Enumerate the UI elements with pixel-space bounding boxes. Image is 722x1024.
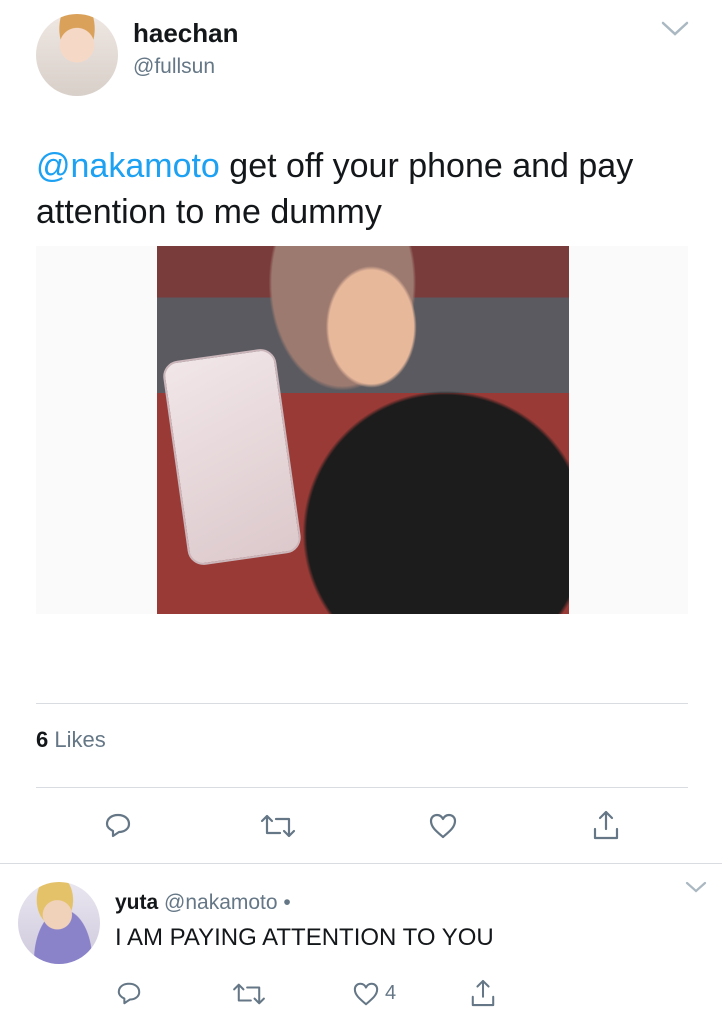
reply-icon[interactable] bbox=[104, 811, 132, 839]
reply-heart-icon[interactable] bbox=[352, 981, 380, 1007]
likes-label: Likes bbox=[54, 727, 106, 752]
share-icon[interactable] bbox=[592, 809, 620, 841]
likes-count: 6 bbox=[36, 727, 49, 752]
reply-text: I AM PAYING ATTENTION TO YOU bbox=[115, 924, 494, 951]
reply-divider bbox=[0, 863, 722, 864]
reply-display-name[interactable]: yuta bbox=[115, 891, 158, 914]
reply-share-icon[interactable] bbox=[470, 978, 496, 1008]
reply-reply-icon[interactable] bbox=[116, 980, 142, 1006]
reply-separator: • bbox=[283, 891, 291, 914]
tweet-photo[interactable] bbox=[157, 246, 569, 614]
divider-bottom bbox=[36, 787, 688, 788]
divider-top bbox=[36, 703, 688, 704]
reply-handle[interactable]: @nakamoto bbox=[164, 891, 278, 914]
reply-header: yuta @nakamoto • bbox=[115, 891, 291, 915]
retweet-icon[interactable] bbox=[260, 812, 296, 840]
mention-link[interactable]: @nakamoto bbox=[36, 147, 220, 185]
reply-retweet-icon[interactable] bbox=[232, 981, 266, 1007]
tweet-text: @nakamoto get off your phone and pay att… bbox=[36, 143, 676, 235]
reply-avatar[interactable] bbox=[18, 882, 100, 964]
author-display-name[interactable]: haechan bbox=[133, 18, 239, 49]
chevron-down-icon[interactable] bbox=[660, 20, 690, 38]
reply-chevron-down-icon[interactable] bbox=[684, 880, 708, 894]
author-avatar[interactable] bbox=[36, 14, 118, 96]
reply-like-count: 4 bbox=[385, 982, 397, 1004]
heart-icon[interactable] bbox=[428, 812, 458, 840]
author-handle[interactable]: @fullsun bbox=[133, 55, 215, 79]
likes-summary[interactable]: 6 Likes bbox=[36, 727, 106, 753]
phone-in-photo bbox=[161, 347, 303, 567]
